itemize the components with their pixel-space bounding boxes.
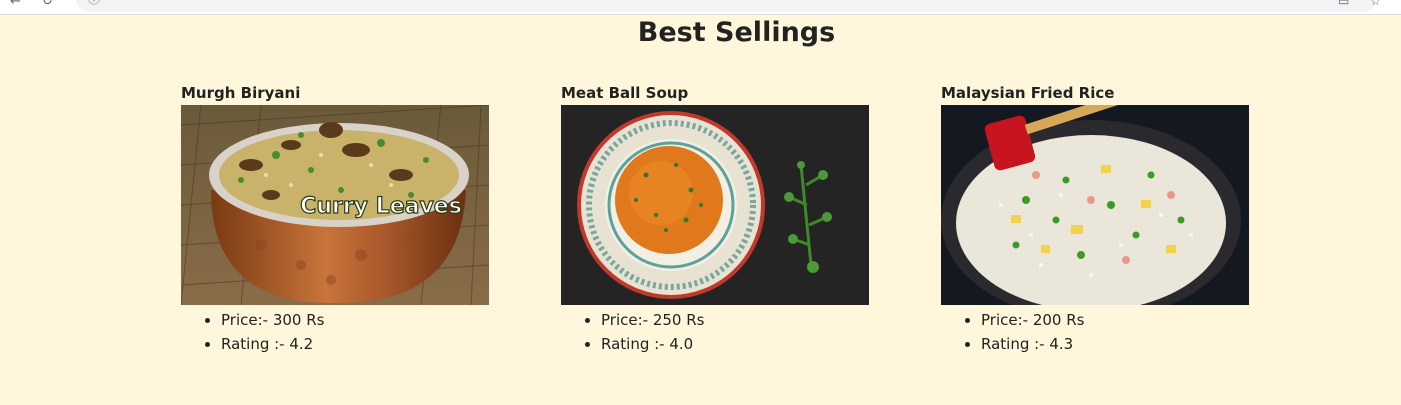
product-name: Meat Ball Soup xyxy=(561,84,689,102)
product-name: Malaysian Fried Rice xyxy=(941,84,1115,102)
product-rating: Rating :- 4.2 xyxy=(221,332,491,356)
site-info-icon[interactable]: ⓘ xyxy=(88,0,100,6)
product-card-murgh-biryani: Murgh Biryani Curry Leaves • Price:- 300… xyxy=(181,83,491,356)
product-rating: Rating :- 4.0 xyxy=(601,332,871,356)
fried-rice-photo xyxy=(941,105,1249,305)
bookmark-star-icon[interactable]: ☆ xyxy=(1370,0,1381,8)
product-details-list: Price:- 300 Rs Rating :- 4.2 xyxy=(181,308,491,356)
address-bar[interactable]: ⓘ xyxy=(76,0,1376,12)
reload-icon[interactable]: ↻ xyxy=(42,0,53,9)
back-arrow-icon[interactable]: ← xyxy=(10,0,21,9)
product-rating: Rating :- 4.3 xyxy=(981,332,1251,356)
product-card-malaysian-fried-rice: Malaysian Fried Rice Price:- 200 Rs Rati… xyxy=(941,83,1251,356)
product-details-list: Price:- 250 Rs Rating :- 4.0 xyxy=(561,308,871,356)
biryani-photo: Curry Leaves xyxy=(181,105,489,305)
install-app-icon[interactable]: ▭ xyxy=(1338,0,1349,8)
photo-caption: Curry Leaves xyxy=(300,194,462,219)
product-price: Price:- 250 Rs xyxy=(601,308,871,332)
page-title: Best Sellings xyxy=(637,17,836,48)
soup-photo xyxy=(561,105,869,305)
product-price: Price:- 300 Rs xyxy=(221,308,491,332)
product-card-meat-ball-soup: Meat Ball Soup Price:- 250 Rs Rating :- … xyxy=(561,83,871,356)
product-price: Price:- 200 Rs xyxy=(981,308,1251,332)
product-details-list: Price:- 200 Rs Rating :- 4.3 xyxy=(941,308,1251,356)
product-name: Murgh Biryani xyxy=(181,84,301,102)
browser-toolbar: ← ↻ ⓘ ▭ ☆ xyxy=(0,0,1401,15)
